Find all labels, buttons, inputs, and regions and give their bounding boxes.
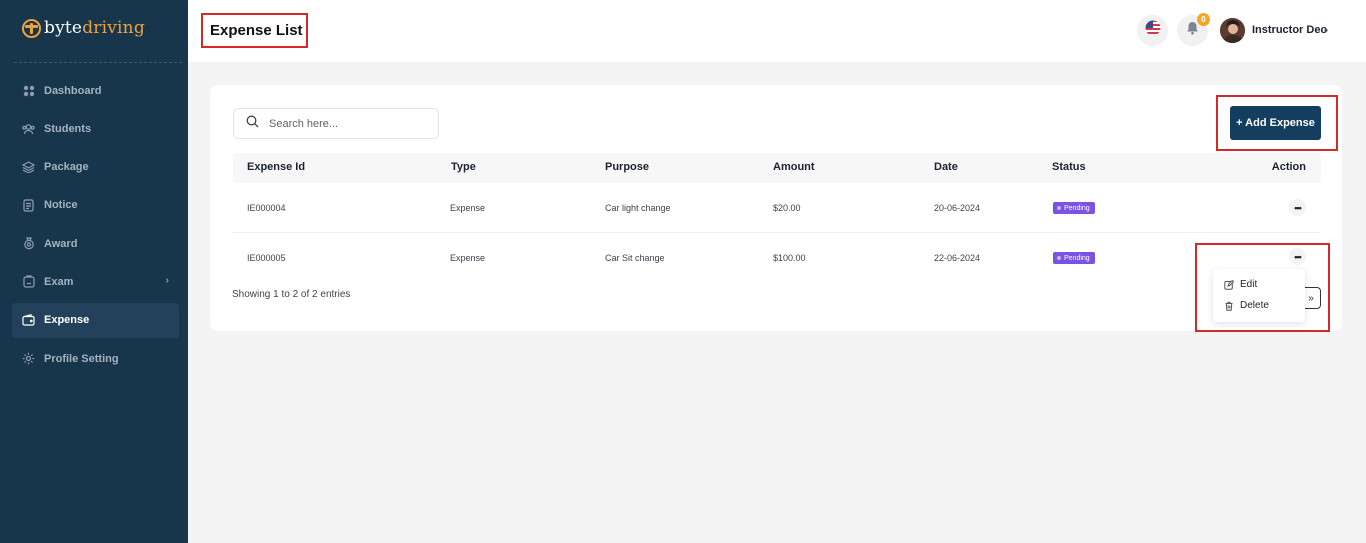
grid-icon <box>22 84 35 97</box>
cell-date: 20-06-2024 <box>934 203 981 213</box>
row-action-menu: Edit Delete <box>1213 269 1305 322</box>
status-label: Pending <box>1064 254 1090 262</box>
menu-item-label: Delete <box>1240 300 1269 311</box>
trash-icon <box>1224 301 1234 311</box>
search-box[interactable] <box>233 108 439 139</box>
status-dot-icon <box>1057 206 1061 210</box>
sidebar-item-label: Profile Setting <box>44 352 119 365</box>
cell-purpose: Car Sit change <box>605 253 665 263</box>
status-badge: Pending <box>1053 252 1095 264</box>
sidebar-item-expense[interactable]: Expense <box>12 302 179 338</box>
status-dot-icon <box>1057 256 1061 260</box>
page-title: Expense List <box>201 13 308 48</box>
wallet-icon <box>22 314 35 327</box>
table-header: Expense Id Type Purpose Amount Date Stat… <box>233 153 1321 183</box>
cell-amount: $100.00 <box>773 253 806 263</box>
edit-icon <box>1224 279 1234 290</box>
column-header-amount: Amount <box>773 161 815 173</box>
status-label: Pending <box>1064 204 1090 212</box>
chevron-down-icon[interactable]: ⌄ <box>1322 24 1330 35</box>
cell-date: 22-06-2024 <box>934 253 981 263</box>
users-icon <box>22 122 35 135</box>
notification-count-badge: 0 <box>1197 13 1210 26</box>
sidebar-item-label: Dashboard <box>44 84 102 97</box>
column-header-purpose: Purpose <box>605 161 650 173</box>
sidebar-item-label: Notice <box>44 199 78 212</box>
column-header-status: Status <box>1052 161 1086 173</box>
sidebar-item-label: Award <box>44 237 78 250</box>
cell-purpose: Car light change <box>605 203 671 213</box>
pagination-info: Showing 1 to 2 of 2 entries <box>232 289 351 300</box>
user-name[interactable]: Instructor Deo <box>1252 24 1327 36</box>
cell-amount: $20.00 <box>773 203 801 213</box>
sidebar-item-students[interactable]: Students <box>12 111 179 146</box>
sidebar-item-label: Exam <box>44 275 74 288</box>
column-header-action: Action <box>1271 161 1306 173</box>
sidebar-item-dashboard[interactable]: Dashboard <box>12 73 179 108</box>
column-header-expense-id: Expense Id <box>247 161 306 173</box>
sidebar-item-package[interactable]: Package <box>12 150 179 185</box>
document-icon <box>22 199 35 212</box>
menu-item-edit[interactable]: Edit <box>1224 279 1257 290</box>
logo-text-driving: driving <box>82 18 145 38</box>
cell-expense-id: IE000005 <box>247 253 286 263</box>
exam-icon <box>22 275 35 289</box>
bell-icon <box>1186 21 1199 40</box>
us-flag-icon <box>1145 20 1161 41</box>
layers-icon <box>22 161 35 174</box>
logo[interactable]: bytedriving <box>22 18 145 38</box>
table-row: IE000004 Expense Car light change $20.00… <box>233 183 1321 233</box>
sidebar-item-label: Students <box>44 122 92 135</box>
table-row: IE000005 Expense Car Sit change $100.00 … <box>233 233 1321 283</box>
gear-icon <box>22 352 35 365</box>
status-badge: Pending <box>1053 202 1095 214</box>
menu-item-delete[interactable]: Delete <box>1224 300 1269 311</box>
sidebar: bytedriving Dashboard Students Package N… <box>0 0 188 543</box>
logo-text-byte: byte <box>44 18 83 38</box>
cell-expense-id: IE000004 <box>247 203 286 213</box>
row-actions-button[interactable]: ••• <box>1289 199 1306 216</box>
sidebar-nav: Dashboard Students Package Notice Award <box>12 73 179 379</box>
column-header-type: Type <box>451 161 476 173</box>
sidebar-item-notice[interactable]: Notice <box>12 188 179 223</box>
steering-wheel-icon <box>22 18 41 38</box>
cell-type: Expense <box>450 203 486 213</box>
sidebar-item-label: Expense <box>44 314 90 327</box>
add-expense-button[interactable]: + Add Expense <box>1230 106 1321 140</box>
sidebar-divider <box>14 62 182 63</box>
sidebar-item-award[interactable]: Award <box>12 226 179 261</box>
chevron-right-icon: › <box>165 275 169 287</box>
avatar[interactable] <box>1220 18 1245 43</box>
award-icon <box>22 237 35 250</box>
search-icon <box>246 115 259 133</box>
menu-item-label: Edit <box>1240 279 1258 290</box>
sidebar-item-profile-setting[interactable]: Profile Setting <box>12 341 179 376</box>
sidebar-item-label: Package <box>44 161 89 174</box>
column-header-date: Date <box>934 161 958 173</box>
cell-type: Expense <box>450 253 486 263</box>
search-input[interactable] <box>269 117 429 130</box>
sidebar-item-exam[interactable]: Exam › <box>12 264 179 299</box>
language-button[interactable] <box>1137 15 1168 46</box>
